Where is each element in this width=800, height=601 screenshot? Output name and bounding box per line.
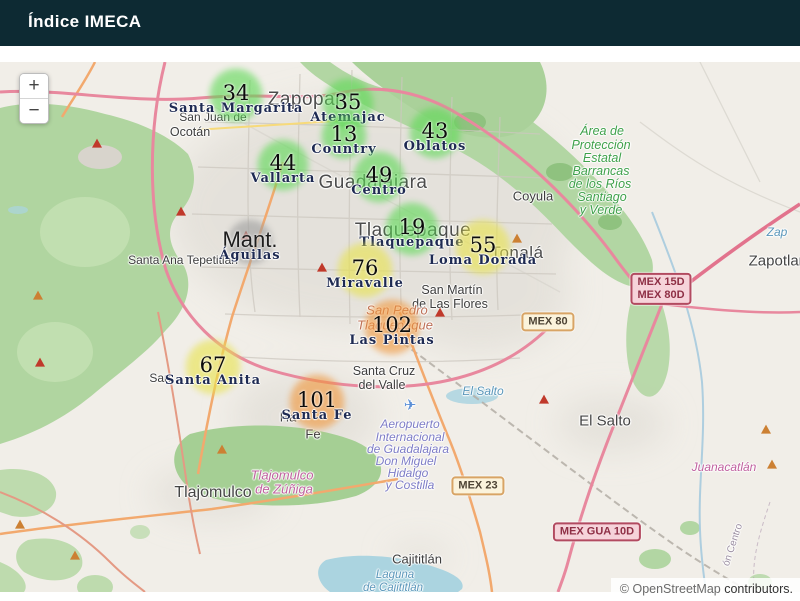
osm-attribution-link[interactable]: © OpenStreetMap [620, 582, 721, 596]
map-attribution: © OpenStreetMap contributors. [610, 578, 800, 601]
map-canvas[interactable]: ZapopanGuadalajaraTlaquepaqueTonaláTlajo… [0, 62, 800, 592]
imeca-page: Índice IMECA Zapopan Tonalá Tlajomulco E… [0, 0, 800, 601]
station-name: Santa Fe [281, 408, 353, 423]
station-name: Santa Anita [164, 373, 262, 388]
station-name: Águilas [219, 248, 281, 263]
zoom-out-button[interactable]: − [20, 99, 48, 123]
station-name: Las Pintas [349, 333, 435, 348]
zoom-control: + − [19, 73, 49, 124]
attribution-suffix: contributors. [724, 582, 793, 596]
station-name: Miravalle [326, 276, 404, 291]
page-title: Índice IMECA [28, 12, 142, 31]
station-name: Centro [351, 183, 407, 198]
station-name: Oblatos [403, 139, 467, 154]
station-markers-layer: 34Santa Margarita35Atemajac13Country43Ob… [0, 62, 800, 592]
app-header: Índice IMECA [0, 0, 800, 46]
zoom-in-button[interactable]: + [20, 74, 48, 99]
